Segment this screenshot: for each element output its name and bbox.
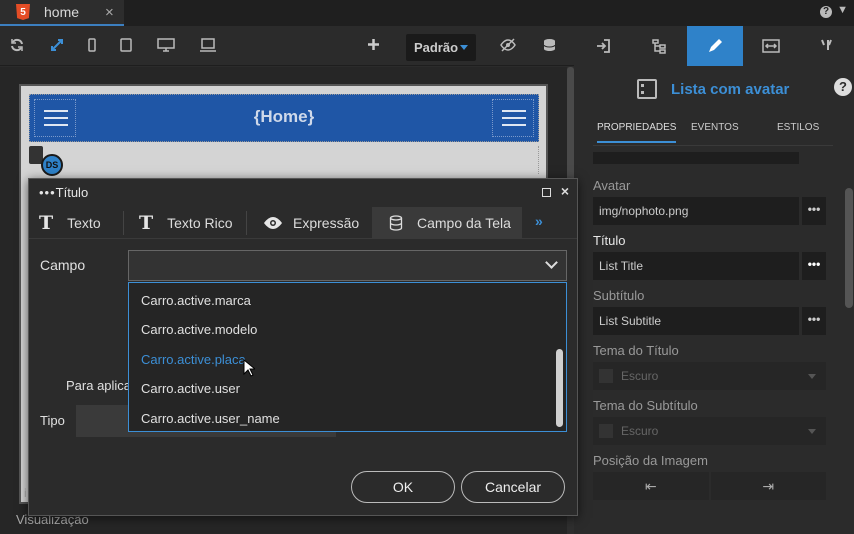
tema-titulo-label: Tema do Título (593, 343, 679, 358)
rich-text-icon: T (139, 212, 154, 234)
resize-horizontal-icon[interactable] (743, 26, 799, 66)
campo-label: Campo (40, 257, 86, 273)
tab-expressao-label: Expressão (293, 215, 360, 231)
list-item[interactable]: Carro.active.marca (141, 293, 251, 308)
designer-toolbar: Padrão (0, 26, 574, 66)
expand-icon[interactable] (50, 38, 64, 52)
chevron-down-icon (545, 256, 558, 269)
tipo-label: Tipo (40, 413, 65, 428)
component-title: Lista com avatar (637, 79, 789, 99)
tab-events[interactable]: EVENTOS (691, 122, 739, 133)
tab-expressao[interactable]: Expressão (263, 207, 359, 239)
tab-label: home (44, 4, 80, 20)
desktop-icon[interactable] (157, 38, 175, 52)
panel-tabs (575, 26, 854, 66)
editor-tab-bar: 5 home × ? ▼ (0, 0, 854, 26)
menu-caret-icon[interactable]: ▼ (837, 4, 848, 16)
list-item[interactable]: Carro.active.user (141, 381, 240, 396)
panel-scrollbar[interactable] (845, 188, 853, 308)
close-icon[interactable]: × (561, 183, 569, 199)
tab-texto[interactable]: T Texto (39, 207, 115, 239)
tema-titulo-select[interactable]: Escuro (593, 362, 826, 390)
properties-subtabs: PROPRIEDADES EVENTOS ESTILOS (593, 116, 833, 146)
list-placeholder (31, 146, 539, 174)
dialog-tabs: T Texto T Texto Rico Expressão Campo da Te… (29, 207, 577, 239)
tree-icon[interactable] (631, 26, 687, 66)
list-item[interactable]: Carro.active.modelo (141, 322, 257, 337)
avatar-label: Avatar (593, 178, 631, 193)
tools-icon[interactable] (799, 26, 854, 66)
partial-field[interactable] (593, 152, 799, 164)
tab-close-icon[interactable]: × (105, 4, 114, 21)
avatar-more-button[interactable]: ••• (802, 197, 826, 225)
html5-icon: 5 (16, 4, 30, 20)
laptop-icon[interactable] (199, 38, 217, 52)
chevron-down-icon (808, 374, 816, 379)
bottom-letter: i (24, 486, 27, 500)
menu-icon[interactable] (492, 99, 534, 137)
dropdown-scrollbar[interactable] (556, 349, 563, 427)
image-position-group: ⇤ ⇥ (593, 472, 826, 500)
campo-select[interactable] (128, 250, 567, 281)
chevron-down-icon (808, 429, 816, 434)
database-icon[interactable] (543, 38, 556, 52)
subtitulo-label: Subtítulo (593, 288, 645, 303)
subtitulo-input[interactable]: List Subtitle (593, 307, 799, 335)
profile-select-value: Padrão (413, 40, 459, 55)
tema-subtitulo-select[interactable]: Escuro (593, 417, 826, 445)
dialog-title-text: Título (55, 185, 89, 200)
app-header[interactable]: {Home} (29, 94, 539, 142)
position-left-button[interactable]: ⇤ (593, 472, 709, 500)
tab-campo-da-tela[interactable]: Campo da Tela (372, 207, 522, 239)
plus-icon[interactable] (367, 38, 380, 51)
tema-titulo-value: Escuro (621, 369, 659, 383)
posicao-label: Posição da Imagem (593, 453, 708, 468)
mobile-icon[interactable] (88, 38, 96, 52)
tab-styles[interactable]: ESTILOS (777, 122, 819, 133)
tab-campo-label: Campo da Tela (417, 215, 511, 231)
component-title-text: Lista com avatar (671, 80, 790, 98)
titulo-more-button[interactable]: ••• (802, 252, 826, 280)
ok-button[interactable]: OK (351, 471, 455, 503)
tab-properties[interactable]: PROPRIEDADES (597, 122, 677, 143)
tab-texto-rico-label: Texto Rico (167, 215, 233, 231)
tablet-icon[interactable] (120, 38, 132, 52)
more-tabs-icon[interactable]: » (535, 213, 543, 229)
maximize-icon[interactable] (542, 188, 551, 197)
titulo-input[interactable]: List Title (593, 252, 799, 280)
avatar-input[interactable]: img/nophoto.png (593, 197, 799, 225)
properties-panel: Lista com avatar ? PROPRIEDADES EVENTOS … (575, 26, 854, 534)
help-icon[interactable]: ? (834, 78, 852, 96)
mouse-cursor-icon (243, 359, 255, 377)
edit-pencil-icon[interactable] (687, 26, 743, 66)
database-icon (389, 215, 403, 231)
tab-texto-label: Texto (67, 215, 101, 231)
text-icon: T (39, 212, 54, 234)
aplicar-label: Para aplica (66, 378, 132, 393)
dialog-title: •••Título (39, 185, 88, 200)
eye-off-icon[interactable] (500, 38, 516, 52)
title-binding-dialog: •••Título × T Texto T Texto Rico Expressão… (28, 178, 578, 516)
list-item[interactable]: Carro.active.placa (141, 352, 246, 367)
tema-subtitulo-value: Escuro (621, 424, 659, 438)
eye-icon (264, 217, 282, 229)
profile-select[interactable]: Padrão (406, 34, 476, 61)
tema-subtitulo-label: Tema do Subtítulo (593, 398, 698, 413)
position-right-button[interactable]: ⇥ (710, 472, 826, 500)
chevron-down-icon (460, 45, 469, 50)
login-icon[interactable] (575, 26, 631, 66)
drag-dots-icon[interactable]: ••• (39, 185, 56, 200)
refresh-icon[interactable] (10, 38, 24, 52)
subtitulo-more-button[interactable]: ••• (802, 307, 826, 335)
campo-dropdown-list[interactable]: Carro.active.marca Carro.active.modelo C… (128, 282, 567, 432)
list-item[interactable]: Carro.active.user_name (141, 411, 280, 426)
help-icon[interactable]: ? (820, 6, 832, 18)
list-icon (637, 79, 657, 99)
titulo-label: Título (593, 233, 626, 248)
tab-home[interactable]: 5 home × (0, 0, 124, 26)
tab-texto-rico[interactable]: T Texto Rico (139, 207, 233, 239)
app-title: {Home} (253, 107, 315, 126)
cancel-button[interactable]: Cancelar (461, 471, 565, 503)
